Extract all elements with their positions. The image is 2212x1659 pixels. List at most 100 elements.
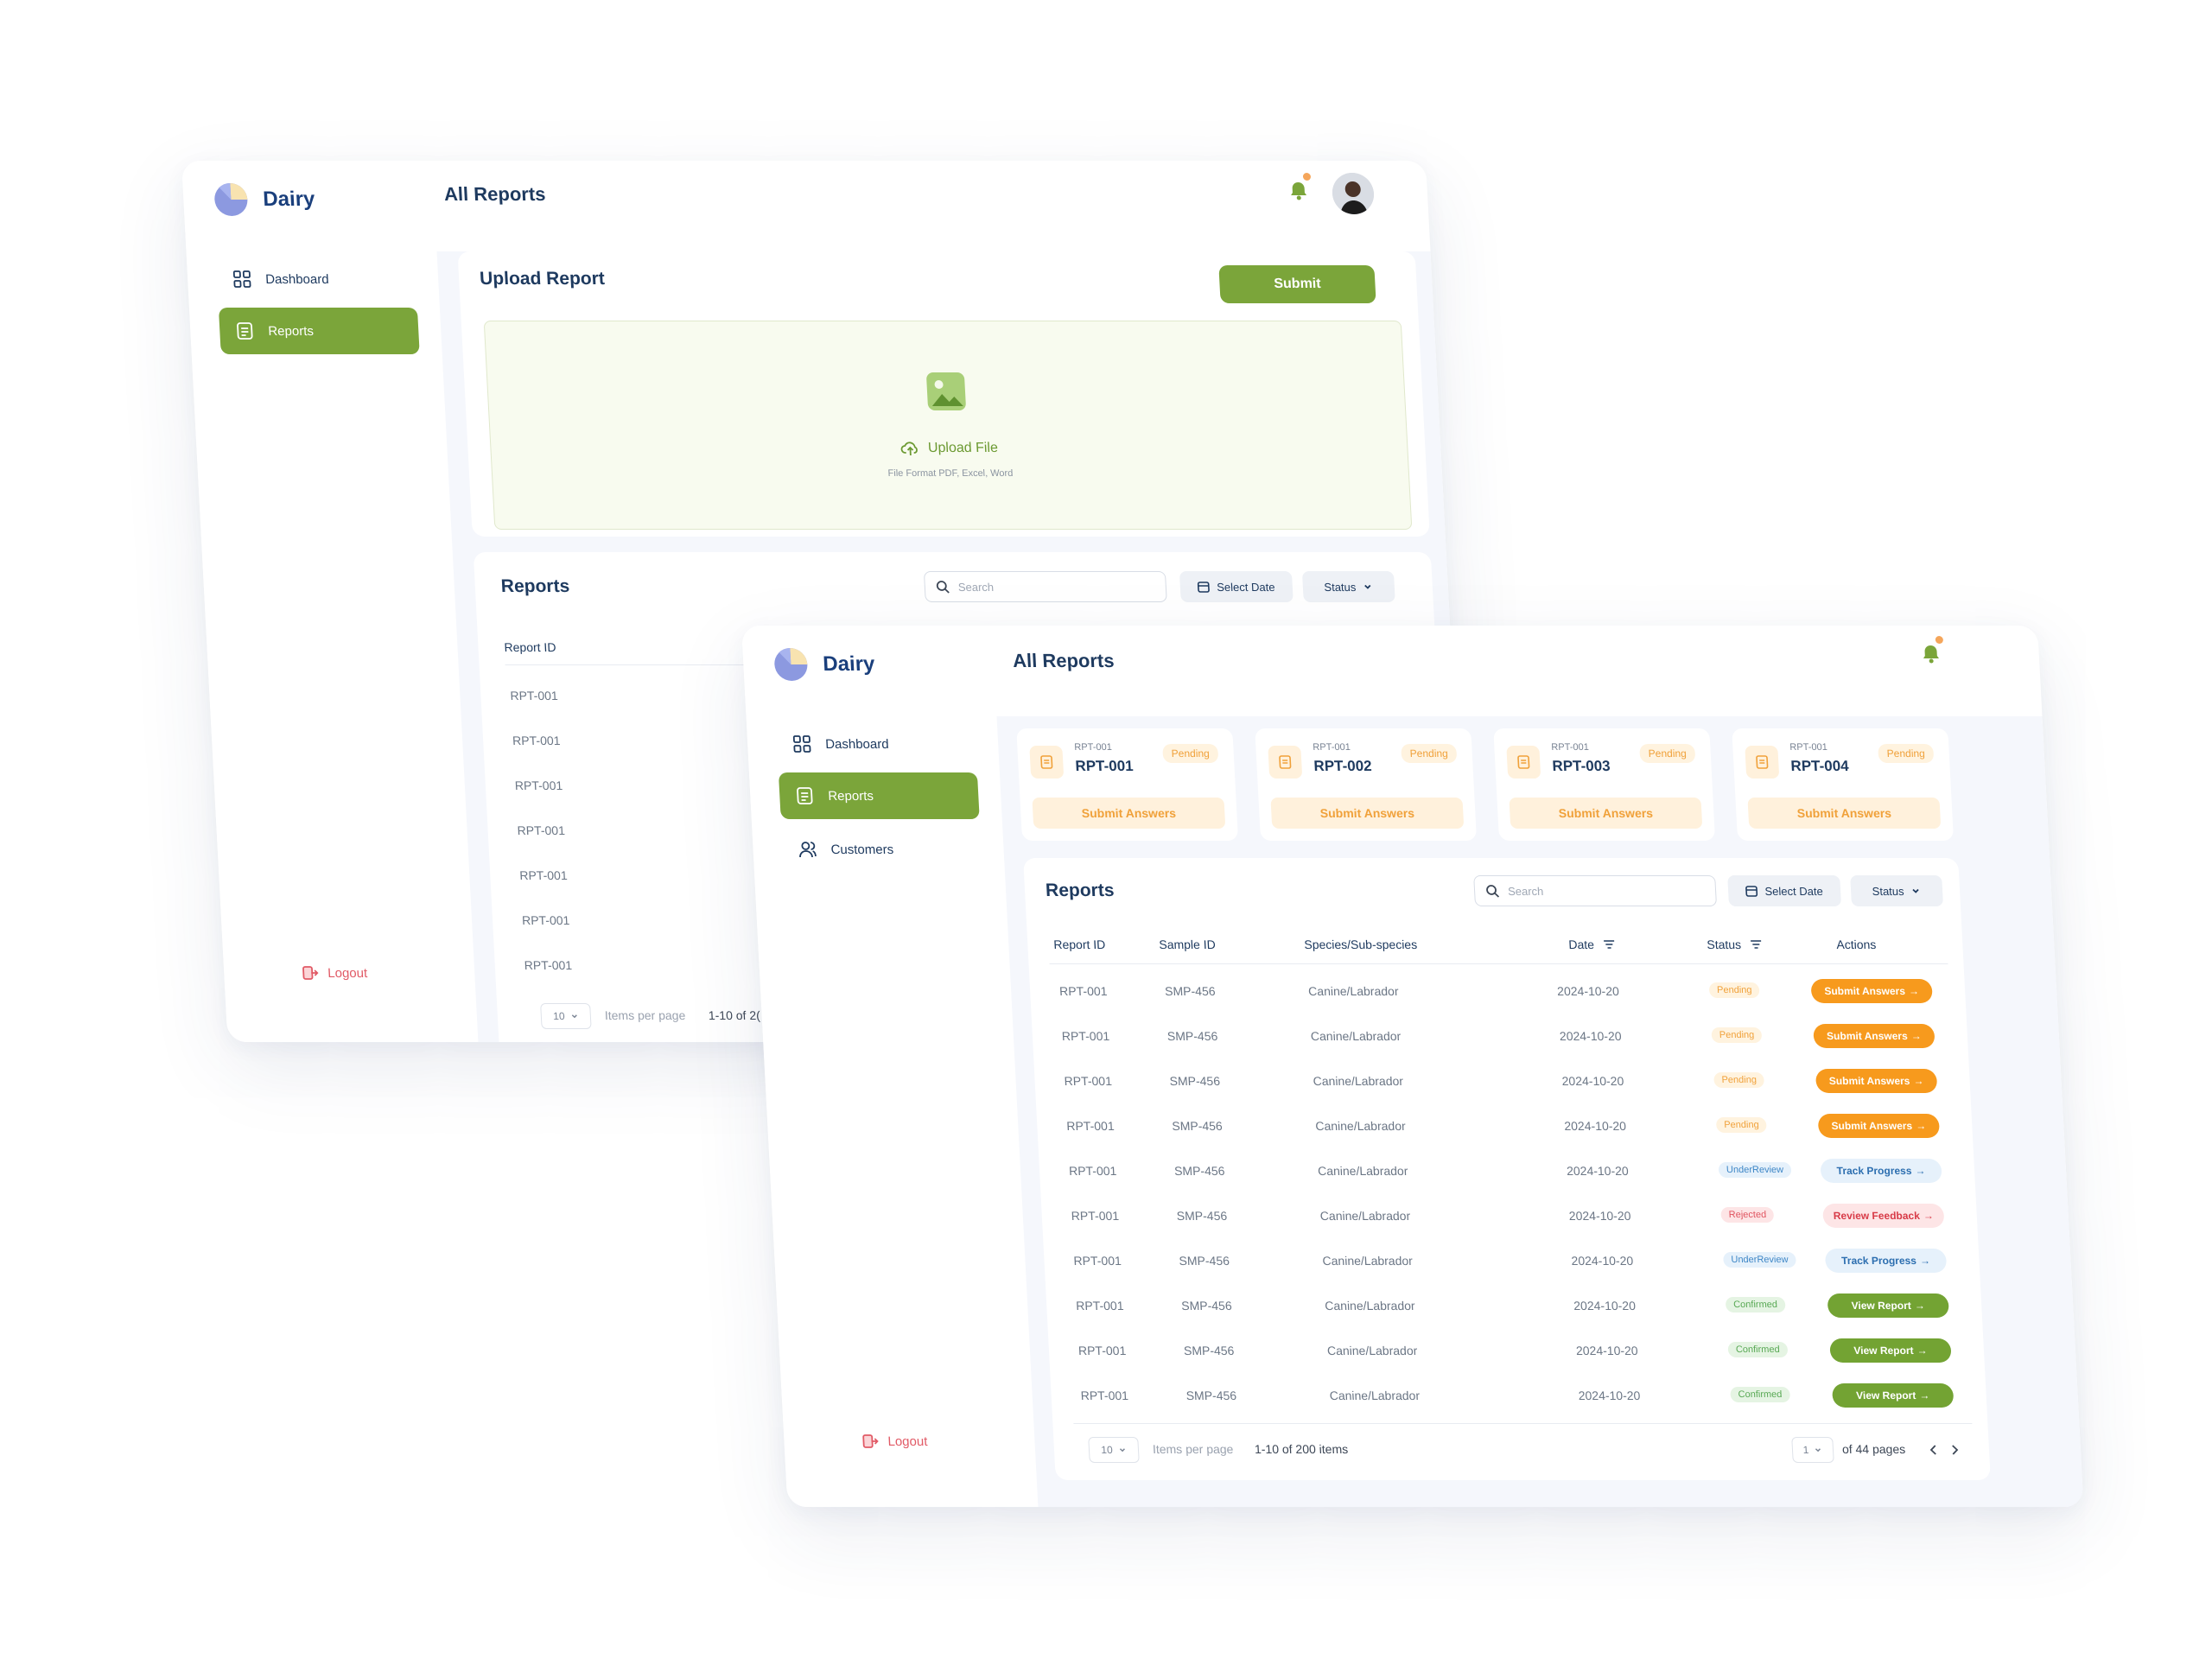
column-status-label: Status — [1706, 938, 1742, 951]
table-cell-sample-id: SMP-456 — [1169, 1074, 1221, 1088]
view-report-button[interactable]: View Report → — [1831, 1383, 1955, 1408]
bell-icon[interactable] — [1287, 180, 1310, 202]
table-cell: RPT-001 — [517, 823, 566, 837]
items-per-page-select[interactable]: 10 — [1088, 1437, 1140, 1463]
avatar-image — [1331, 173, 1376, 214]
column-species[interactable]: Species/Sub-species — [1304, 938, 1418, 951]
column-date[interactable]: Date — [1568, 938, 1615, 951]
chevron-down-icon — [1119, 1448, 1125, 1452]
sidebar-item-reports[interactable]: Reports — [778, 772, 980, 819]
table-cell-sample-id: SMP-456 — [1185, 1389, 1237, 1402]
items-per-page-label: Items per page — [1152, 1442, 1234, 1456]
arrow-right-icon: → — [1915, 1165, 1926, 1177]
table-cell-report-id: RPT-001 — [1064, 1074, 1113, 1088]
status-dropdown[interactable]: Status — [1850, 875, 1944, 906]
status-badge: Pending — [1639, 744, 1696, 763]
items-per-page-value: 10 — [1100, 1444, 1114, 1456]
sidebar-item-dashboard[interactable]: Dashboard — [776, 721, 977, 767]
search-icon — [936, 581, 950, 594]
table-cell-sample-id: SMP-456 — [1171, 1119, 1224, 1133]
action-label: View Report — [1851, 1300, 1912, 1312]
notification-dot — [1935, 636, 1944, 644]
table-cell-species: Canine/Labrador — [1307, 984, 1399, 998]
arrow-right-icon: → — [1910, 1030, 1923, 1042]
column-report-id[interactable]: Report ID — [1053, 938, 1106, 951]
table-cell: RPT-001 — [510, 689, 559, 702]
table-cell-report-id: RPT-001 — [1080, 1389, 1129, 1402]
arrow-right-icon: → — [1916, 1344, 1928, 1357]
chevron-right-icon[interactable] — [1949, 1444, 1961, 1456]
upload-dropzone[interactable]: Upload File File Format PDF, Excel, Word — [483, 321, 1413, 530]
submit-answers-button[interactable]: Submit Answers — [1032, 798, 1226, 829]
track-progress-button[interactable]: Track Progress → — [1820, 1159, 1942, 1183]
sidebar-item-reports[interactable]: Reports — [218, 308, 420, 354]
sidebar-item-customers[interactable]: Customers — [781, 826, 982, 873]
card-report-id: RPT-001 — [1075, 758, 1135, 774]
avatar[interactable] — [1331, 173, 1376, 214]
select-date-button[interactable]: Select Date — [1727, 875, 1842, 906]
select-date-button[interactable]: Select Date — [1179, 571, 1294, 602]
submit-button[interactable]: Submit — [1218, 265, 1376, 303]
status-badge: Pending — [1708, 982, 1760, 998]
view-report-button[interactable]: View Report → — [1827, 1294, 1949, 1318]
view-report-button[interactable]: View Report → — [1829, 1338, 1952, 1363]
submit-answers-button[interactable]: Submit Answers → — [1815, 1069, 1938, 1093]
column-sample-id[interactable]: Sample ID — [1159, 938, 1216, 951]
select-date-label: Select Date — [1764, 884, 1824, 898]
table-cell-date: 2024-10-20 — [1561, 1074, 1624, 1088]
table-cell-species: Canine/Labrador — [1313, 1074, 1404, 1088]
action-label: Track Progress — [1836, 1165, 1912, 1177]
report-card: RPT-001 RPT-001 Pending Submit Answers — [1016, 728, 1239, 841]
page-title: All Reports — [1012, 650, 1116, 671]
action-label: Submit Answers — [1826, 1030, 1909, 1042]
table-cell-species: Canine/Labrador — [1319, 1209, 1411, 1223]
footer-divider — [1073, 1423, 1973, 1424]
page-title: All Reports — [443, 183, 547, 205]
sidebar-item-label: Dashboard — [824, 736, 890, 752]
logout-button[interactable]: Logout — [302, 964, 368, 982]
logo: Dairy — [772, 646, 875, 683]
sidebar-item-dashboard[interactable]: Dashboard — [216, 256, 417, 302]
submit-answers-button[interactable]: Submit Answers → — [1813, 1024, 1936, 1048]
items-range: 1-10 of 2( — [708, 1008, 761, 1022]
status-badge: Confirmed — [1725, 1297, 1786, 1313]
upload-hint: File Format PDF, Excel, Word — [887, 468, 1014, 479]
submit-answers-button[interactable]: Submit Answers — [1509, 798, 1703, 829]
notification-dot — [1302, 173, 1312, 181]
submit-answers-button[interactable]: Submit Answers → — [1810, 979, 1933, 1003]
sidebar: Dairy Dashboard Reports Logout — [181, 161, 479, 1042]
status-dropdown[interactable]: Status — [1301, 571, 1395, 602]
logout-button[interactable]: Logout — [861, 1433, 928, 1450]
review-feedback-button[interactable]: Review Feedback → — [1822, 1204, 1945, 1228]
document-icon — [1506, 746, 1541, 779]
submit-answers-button[interactable]: Submit Answers — [1270, 798, 1465, 829]
chevron-down-icon — [1912, 888, 1920, 893]
logout-label: Logout — [327, 965, 368, 981]
filter-icon[interactable] — [1750, 939, 1763, 950]
bell-icon[interactable] — [1919, 643, 1942, 665]
items-per-page-select[interactable]: 10 — [540, 1003, 592, 1029]
chevron-down-icon — [1815, 1448, 1821, 1452]
column-status[interactable]: Status — [1707, 938, 1763, 951]
search-input[interactable]: Search — [1473, 875, 1718, 906]
upload-title: Upload Report — [479, 269, 606, 289]
document-icon — [1029, 746, 1065, 779]
table-cell-date: 2024-10-20 — [1578, 1389, 1641, 1402]
submit-answers-button[interactable]: Submit Answers → — [1817, 1114, 1941, 1138]
submit-answers-button[interactable]: Submit Answers — [1747, 798, 1942, 829]
search-input[interactable]: Search — [923, 571, 1167, 602]
status-badge: Pending — [1711, 1027, 1763, 1043]
reports-card: Reports Search Select Date Status Report… — [1023, 858, 1991, 1480]
table-cell-sample-id: SMP-456 — [1166, 1029, 1218, 1043]
card-subtitle: RPT-001 — [1551, 742, 1590, 753]
table-cell-species: Canine/Labrador — [1329, 1389, 1421, 1402]
page-select[interactable]: 1 — [1791, 1437, 1834, 1463]
chevron-left-icon[interactable] — [1929, 1444, 1940, 1456]
status-badge: Rejected — [1720, 1207, 1775, 1223]
table-cell-report-id: RPT-001 — [1058, 984, 1108, 998]
filter-icon[interactable] — [1603, 939, 1616, 950]
upload-file-link[interactable]: Upload File — [491, 441, 1408, 456]
users-icon — [799, 842, 817, 858]
items-per-page-label: Items per page — [604, 1008, 686, 1022]
track-progress-button[interactable]: Track Progress → — [1824, 1249, 1948, 1273]
